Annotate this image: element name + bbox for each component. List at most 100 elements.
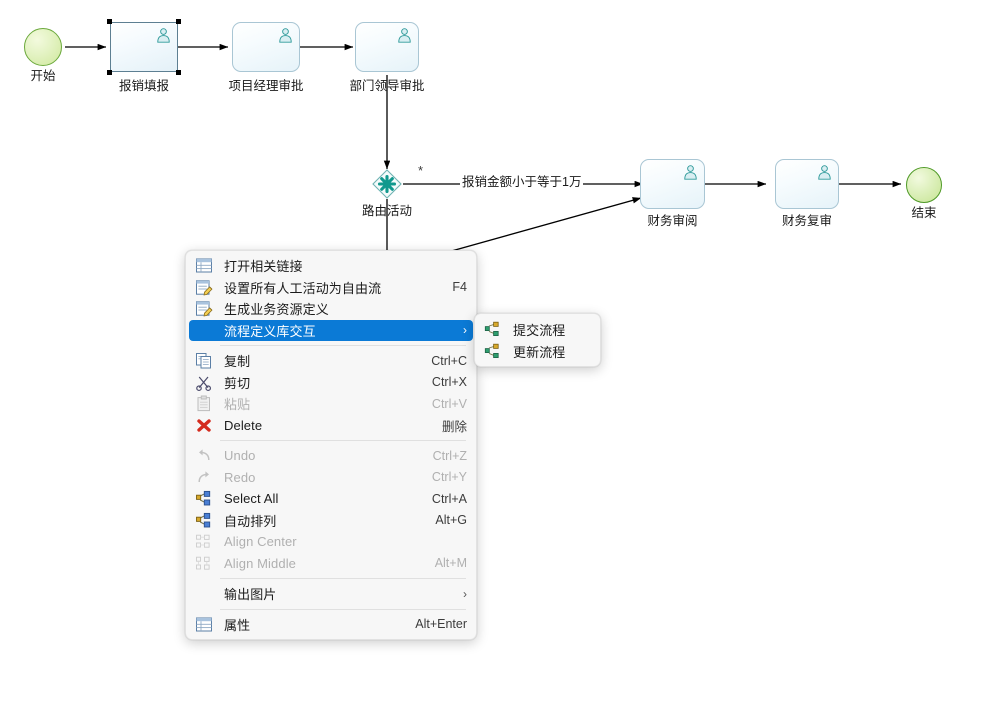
gateway-marker: * [418, 164, 423, 177]
node-task-pm-approve[interactable]: 项目经理审批 [232, 22, 300, 72]
submenu-item-label: 更新流程 [513, 342, 591, 361]
node-task-dept-approve[interactable]: 部门领导审批 [355, 22, 419, 72]
menu-item-auto-arrange[interactable]: 自动排列 Alt+G [189, 510, 473, 532]
task-shape [775, 159, 839, 209]
menu-item-accel: Ctrl+C [431, 354, 467, 368]
chevron-right-icon: › [463, 324, 467, 336]
menu-item-label: 剪切 [224, 373, 418, 392]
menu-item-open-related-link[interactable]: 打开相关链接 [189, 255, 473, 277]
context-menu[interactable]: 打开相关链接 设置所有人工活动为自由流 F4 [185, 250, 477, 640]
table-icon [195, 257, 213, 274]
menu-item-label: 流程定义库交互 [224, 321, 451, 340]
task-shape [232, 22, 300, 72]
node-task-finance-review-label: 财务审阅 [647, 215, 697, 229]
no-icon [195, 322, 213, 339]
node-task-expense-fill-label: 报销填报 [119, 80, 169, 94]
node-start-label: 开始 [30, 70, 55, 84]
menu-item-copy[interactable]: 复制 Ctrl+C [189, 350, 473, 372]
scissors-icon [195, 374, 213, 391]
task-shape-selected [110, 22, 178, 72]
node-task-finance-review[interactable]: 财务审阅 [640, 159, 705, 209]
menu-item-cut[interactable]: 剪切 Ctrl+X [189, 372, 473, 394]
selection-handle-tl[interactable] [107, 19, 112, 24]
menu-item-label: Delete [224, 418, 428, 433]
menu-item-label: 属性 [224, 615, 401, 634]
table-icon [195, 616, 213, 633]
menu-separator [220, 440, 466, 441]
menu-item-accel: Alt+M [435, 556, 467, 570]
undo-icon [195, 447, 213, 464]
menu-item-label: Align Middle [224, 556, 421, 571]
menu-item-gen-biz-resource[interactable]: 生成业务资源定义 [189, 298, 473, 320]
menu-item-set-all-manual-free[interactable]: 设置所有人工活动为自由流 F4 [189, 277, 473, 299]
user-icon [682, 164, 699, 180]
menu-item-label: 粘贴 [224, 394, 418, 413]
menu-separator [220, 578, 466, 579]
align-middle-icon [195, 555, 213, 572]
selection-handle-bl[interactable] [107, 70, 112, 75]
menu-item-label: Align Center [224, 534, 453, 549]
menu-item-label: 打开相关链接 [224, 256, 453, 275]
node-end-label: 结束 [911, 207, 936, 221]
menu-item-label: 生成业务资源定义 [224, 299, 453, 318]
node-route-gateway[interactable]: 路由活动 [372, 169, 402, 199]
menu-item-label: 自动排列 [224, 511, 421, 530]
menu-item-accel: Ctrl+V [432, 397, 467, 411]
menu-item-accel: Ctrl+Y [432, 470, 467, 484]
submenu-item-label: 提交流程 [513, 320, 591, 339]
chevron-right-icon: › [463, 588, 467, 600]
user-icon [155, 27, 172, 43]
asterisk-icon [372, 169, 402, 199]
no-icon [195, 585, 213, 602]
menu-item-select-all[interactable]: Select All Ctrl+A [189, 488, 473, 510]
menu-item-accel: Alt+Enter [415, 617, 467, 631]
end-event-shape [906, 167, 942, 203]
selection-handle-tr[interactable] [176, 19, 181, 24]
menu-item-label: Select All [224, 491, 418, 506]
task-shape [355, 22, 419, 72]
menu-item-accel: Ctrl+X [432, 375, 467, 389]
menu-item-delete[interactable]: Delete 删除 [189, 415, 473, 437]
selection-handle-br[interactable] [176, 70, 181, 75]
edit-doc-icon [195, 279, 213, 296]
menu-item-properties[interactable]: 属性 Alt+Enter [189, 614, 473, 636]
menu-separator [220, 609, 466, 610]
menu-item-label: 输出图片 [224, 584, 451, 603]
edge-label-condition: 报销金额小于等于1万 [460, 176, 583, 190]
menu-item-export-image[interactable]: 输出图片 › [189, 583, 473, 605]
menu-item-accel: 删除 [442, 416, 467, 435]
process-node-icon [484, 343, 502, 360]
node-task-pm-approve-label: 项目经理审批 [228, 80, 303, 94]
clipboard-icon [195, 395, 213, 412]
submenu-item-submit-process[interactable]: 提交流程 [478, 318, 597, 340]
menu-item-label: Undo [224, 448, 419, 463]
edit-doc-icon [195, 300, 213, 317]
user-icon [277, 27, 294, 43]
menu-item-accel: Ctrl+A [432, 492, 467, 506]
arrange-icon [195, 512, 213, 529]
menu-item-accel: Ctrl+Z [433, 449, 467, 463]
menu-item-label: Redo [224, 470, 418, 485]
menu-item-align-center: Align Center [189, 531, 473, 553]
start-event-shape [24, 28, 62, 66]
menu-item-label: 复制 [224, 351, 417, 370]
node-route-gateway-label: 路由活动 [362, 205, 412, 219]
menu-item-accel: F4 [452, 280, 467, 294]
menu-item-process-lib-interop[interactable]: 流程定义库交互 › [189, 320, 473, 342]
process-node-icon [484, 321, 502, 338]
task-shape [640, 159, 705, 209]
submenu-item-update-process[interactable]: 更新流程 [478, 340, 597, 362]
node-task-expense-fill[interactable]: 报销填报 [110, 22, 178, 72]
node-end[interactable]: 结束 [906, 167, 942, 203]
copy-icon [195, 352, 213, 369]
node-start[interactable]: 开始 [24, 28, 62, 66]
node-task-finance-recheck[interactable]: 财务复审 [775, 159, 839, 209]
menu-item-accel: Alt+G [435, 513, 467, 527]
node-task-finance-recheck-label: 财务复审 [782, 215, 832, 229]
submenu-process-lib-interop[interactable]: 提交流程 更新流程 [474, 313, 601, 367]
menu-item-align-middle: Align Middle Alt+M [189, 553, 473, 575]
select-all-icon [195, 490, 213, 507]
menu-item-redo: Redo Ctrl+Y [189, 467, 473, 489]
redo-icon [195, 469, 213, 486]
align-center-icon [195, 533, 213, 550]
